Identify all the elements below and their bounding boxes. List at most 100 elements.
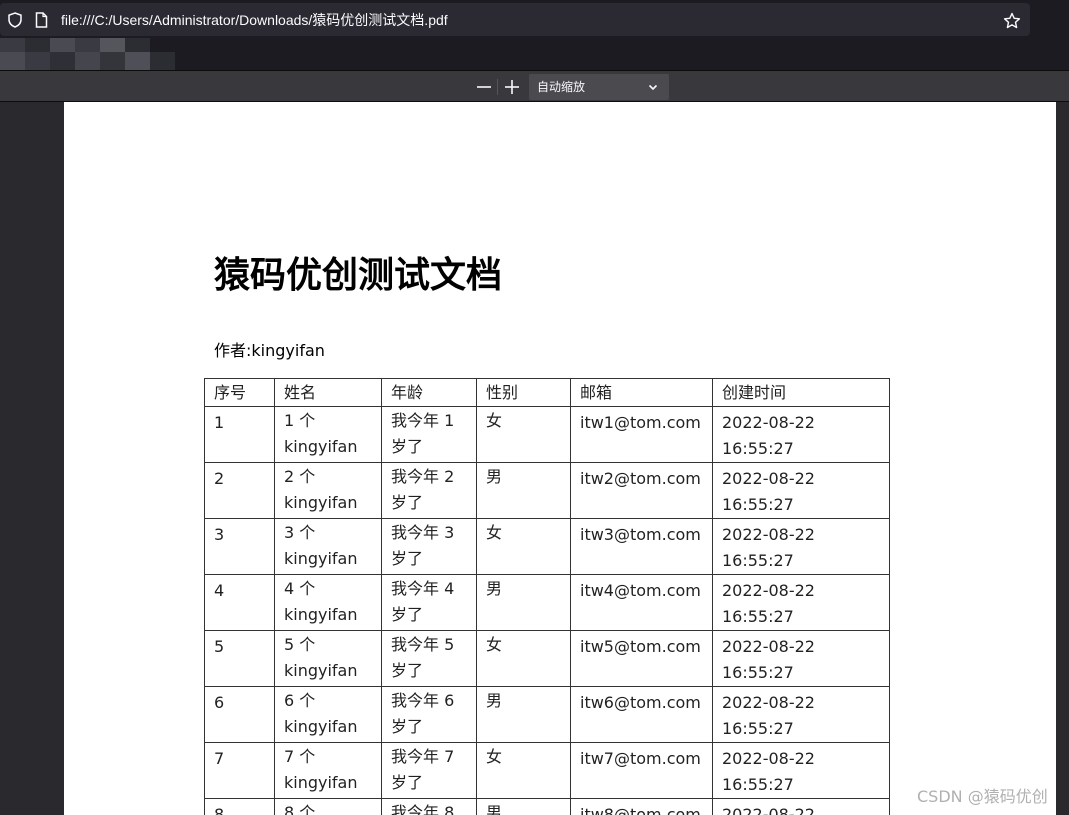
age-line-1: 我今年 3 [391,523,455,542]
header-age: 年龄 [381,378,477,407]
name-line-1: 3 个 [284,523,316,542]
cell-created-text: 2022-08-22 16:55:27 [722,749,815,794]
author-line: 作者:kingyifan [214,340,325,362]
cell-gender: 女 [476,630,571,687]
name-line-2: kingyifan [284,437,358,456]
table-row: 7 7 个 kingyifan 我今年 7 岁了 女 itw7@tom.com 20… [204,742,890,799]
header-email: 邮箱 [570,378,713,407]
cell-email-text: itw5@tom.com [580,637,701,656]
toolbar-divider [497,79,498,95]
cell-created-text: 2022-08-22 16:55:27 [722,581,815,626]
cell-no: 4 [204,574,275,631]
cell-age: 我今年 6 岁了 [381,686,477,743]
cell-email-text: itw8@tom.com [580,805,701,815]
cell-created: 2022-08-22 16:55:27 [712,518,890,575]
cell-email: itw4@tom.com [570,574,713,631]
cell-no: 8 [204,798,275,815]
table-row: 6 6 个 kingyifan 我今年 6 岁了 男 itw6@tom.com 20… [204,686,890,743]
name-line-2: kingyifan [284,493,358,512]
cell-email-text: itw2@tom.com [580,469,701,488]
shield-icon[interactable] [8,12,22,28]
name-line-1: 1 个 [284,411,316,430]
table-row: 5 5 个 kingyifan 我今年 5 岁了 女 itw5@tom.com 20… [204,630,890,687]
table-row: 2 2 个 kingyifan 我今年 2 岁了 男 itw2@tom.com 20… [204,462,890,519]
cell-gender: 女 [476,518,571,575]
data-table: 序号 姓名 年龄 性别 邮箱 创建时间 1 1 个 kingyifan 我今年 1… [204,378,890,815]
address-bar[interactable]: file:///C:/Users/Administrator/Downloads… [0,3,1030,36]
bookmark-star-icon[interactable] [1003,12,1021,30]
age-line-1: 我今年 4 [391,579,455,598]
cell-age: 我今年 7 岁了 [381,742,477,799]
cell-created-text: 2022-08-22 16:55:27 [722,637,815,682]
cell-created: 2022-08-22 16:55:27 [712,630,890,687]
age-line-2: 岁了 [391,493,424,512]
url-text[interactable]: file:///C:/Users/Administrator/Downloads… [61,11,448,29]
table-row: 1 1 个 kingyifan 我今年 1 岁了 女 itw1@tom.com 20… [204,406,890,463]
cell-created: 2022-08-22 16:55:27 [712,686,890,743]
cell-gender: 男 [476,462,571,519]
cell-age: 我今年 4 岁了 [381,574,477,631]
table-row: 4 4 个 kingyifan 我今年 4 岁了 男 itw4@tom.com 20… [204,574,890,631]
cell-email-text: itw6@tom.com [580,693,701,712]
zoom-in-button[interactable] [501,76,523,98]
cell-no: 6 [204,686,275,743]
pdf-toolbar: 自动缩放 [0,70,1069,102]
zoom-select[interactable]: 自动缩放 [529,74,669,100]
name-line-1: 5 个 [284,635,316,654]
cell-created: 2022-08-22 16:55:27 [712,798,890,815]
name-line-2: kingyifan [284,773,358,792]
cell-name: 1 个 kingyifan [274,406,382,463]
cell-created-text: 2022-08-22 16:55:27 [722,525,815,570]
cell-name: 7 个 kingyifan [274,742,382,799]
cell-gender: 女 [476,406,571,463]
header-created: 创建时间 [712,378,890,407]
cell-email: itw1@tom.com [570,406,713,463]
cell-gender: 男 [476,686,571,743]
name-line-1: 4 个 [284,579,316,598]
cell-created-text: 2022-08-22 16:55:27 [722,693,815,738]
cell-no-text: 2 [214,469,225,488]
cell-no: 7 [204,742,275,799]
cell-email: itw5@tom.com [570,630,713,687]
cell-email-text: itw4@tom.com [580,581,701,600]
cell-no: 3 [204,518,275,575]
cell-created: 2022-08-22 16:55:27 [712,574,890,631]
cell-name: 3 个 kingyifan [274,518,382,575]
name-line-1: 6 个 [284,691,316,710]
cell-age: 我今年 5 岁了 [381,630,477,687]
age-line-1: 我今年 8 [391,803,455,815]
obscured-bookmarks [0,38,175,72]
cell-no-text: 3 [214,525,225,544]
cell-email-text: itw3@tom.com [580,525,701,544]
cell-created-text: 2022-08-22 16:55:27 [722,469,815,514]
cell-age: 我今年 1 岁了 [381,406,477,463]
csdn-watermark: CSDN @猿码优创 [917,787,1048,806]
cell-created: 2022-08-22 16:55:27 [712,406,890,463]
cell-no-text: 6 [214,693,225,712]
table-header-row: 序号 姓名 年龄 性别 邮箱 创建时间 [204,378,890,407]
age-line-2: 岁了 [391,773,424,792]
cell-email: itw3@tom.com [570,518,713,575]
pdf-page: 猿码优创测试文档 作者:kingyifan 序号 姓名 年龄 性别 邮箱 创建时… [64,102,1056,815]
age-line-1: 我今年 6 [391,691,455,710]
cell-email: itw7@tom.com [570,742,713,799]
cell-age: 我今年 2 岁了 [381,462,477,519]
zoom-out-button[interactable] [473,76,495,98]
age-line-1: 我今年 1 [391,411,455,430]
cell-name: 6 个 kingyifan [274,686,382,743]
cell-no-text: 1 [214,413,225,432]
zoom-select-value: 自动缩放 [537,80,586,94]
cell-name: 2 个 kingyifan [274,462,382,519]
age-line-2: 岁了 [391,661,424,680]
header-gender: 性别 [476,378,571,407]
name-line-2: kingyifan [284,549,358,568]
cell-name: 5 个 kingyifan [274,630,382,687]
table-row: 8 8 个kingyifan 我今年 8岁了 男 itw8@tom.com 20… [204,798,890,815]
cell-created: 2022-08-22 16:55:27 [712,742,890,799]
cell-no-text: 8 [214,805,225,815]
header-name: 姓名 [274,378,382,407]
pdf-viewer[interactable]: 猿码优创测试文档 作者:kingyifan 序号 姓名 年龄 性别 邮箱 创建时… [0,102,1069,815]
browser-toolbar: file:///C:/Users/Administrator/Downloads… [0,0,1069,40]
author-label: 作者: [214,341,252,360]
cell-no-text: 7 [214,749,225,768]
